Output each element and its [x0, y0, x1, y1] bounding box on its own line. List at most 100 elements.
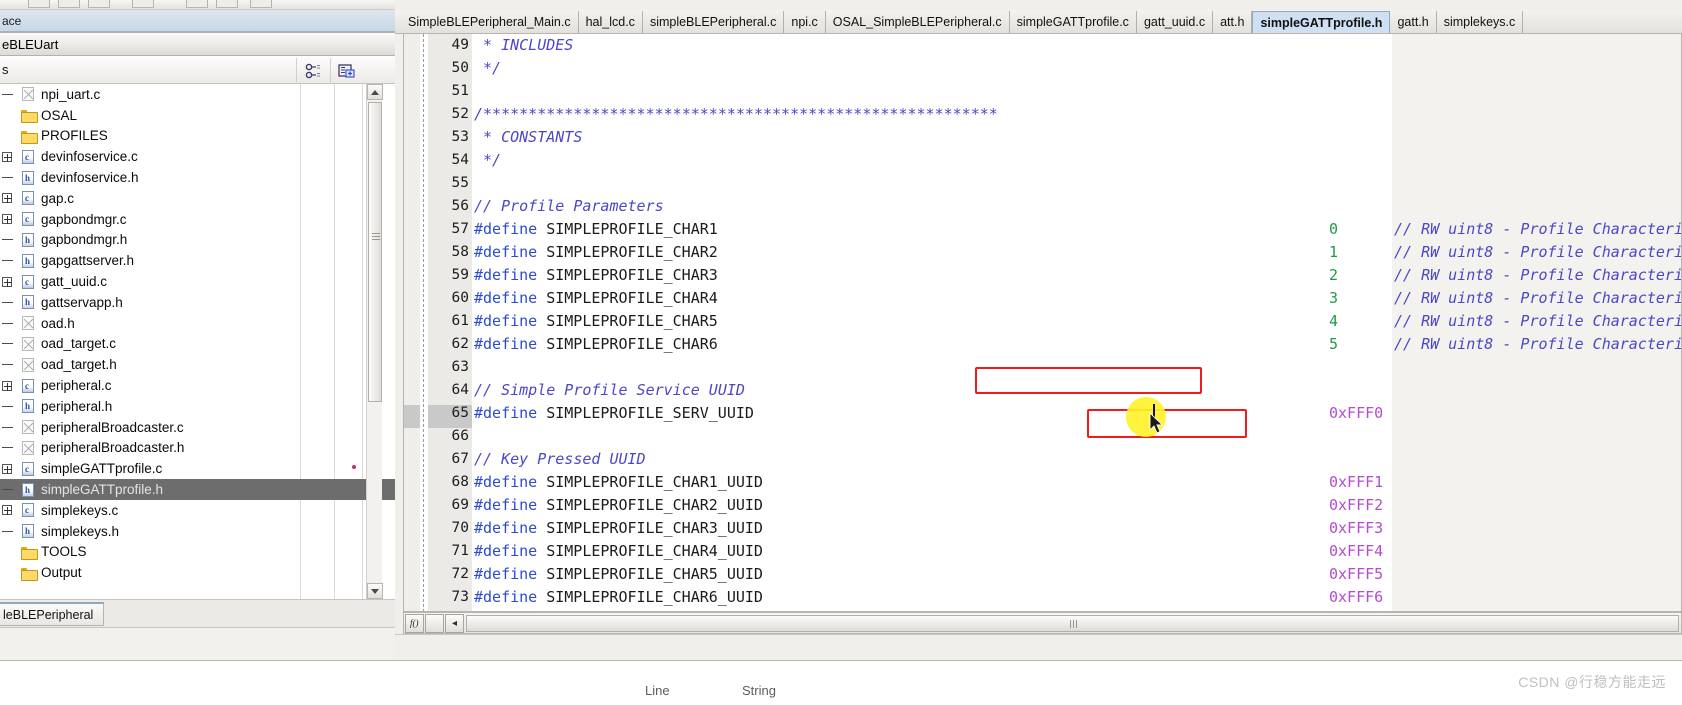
project-select[interactable]: eBLEUart	[0, 32, 395, 56]
tree-scrollbar[interactable]	[366, 84, 383, 599]
tree-knob[interactable]	[0, 505, 18, 516]
tree-knob[interactable]	[0, 93, 18, 95]
editor-tab[interactable]: simpleBLEPeripheral.c	[643, 11, 785, 33]
tree-item[interactable]: oad_target.h	[0, 354, 395, 375]
tree-item[interactable]: simplekeys.h	[0, 521, 395, 542]
project-tree[interactable]: npi_uart.c OSAL PROFILES devinfoservice.c de…	[0, 84, 395, 599]
tree-item[interactable]: TOOLS	[0, 542, 395, 563]
tree-item[interactable]: devinfoservice.c	[0, 146, 395, 167]
editor-tab[interactable]: simplekeys.c	[1437, 11, 1524, 33]
tree-item-label: oad.h	[41, 315, 75, 331]
sidebar-tab-project[interactable]: leBLEPeripheral	[0, 602, 105, 626]
tree-item[interactable]: gapbondmgr.h	[0, 230, 395, 251]
code-text[interactable]: 49 * INCLUDES 50 */51 52/*****************…	[404, 34, 1681, 611]
tree-item[interactable]: gapgattserver.h	[0, 250, 395, 271]
expand-icon[interactable]	[2, 505, 12, 516]
scroll-up-icon[interactable]	[367, 84, 383, 100]
tree-item[interactable]: simplekeys.c	[0, 500, 395, 521]
tree-item[interactable]: OSAL	[0, 105, 395, 126]
tree-item[interactable]: PROFILES	[0, 126, 395, 147]
toolbar-button[interactable]	[216, 0, 238, 8]
editor-tab[interactable]: simpleGATTprofile.c	[1010, 11, 1137, 33]
expand-icon[interactable]	[2, 276, 12, 287]
tree-item[interactable]: peripheral.h	[0, 396, 395, 417]
tree-knob[interactable]	[0, 405, 18, 407]
code-editor[interactable]: 49 * INCLUDES 50 */51 52/*****************…	[403, 34, 1682, 612]
tree-item[interactable]: gattservapp.h	[0, 292, 395, 313]
tree-item[interactable]: gap.c	[0, 188, 395, 209]
function-icon[interactable]: f()	[405, 613, 424, 633]
leaf-connector-icon	[1, 239, 13, 241]
tree-knob[interactable]	[0, 530, 18, 532]
tree-knob[interactable]	[0, 301, 18, 303]
tree-item[interactable]: Output	[0, 562, 395, 583]
tree-knob[interactable]	[0, 276, 18, 287]
tree-knob[interactable]	[0, 489, 18, 491]
editor-tabstrip[interactable]: SimpleBLEPeripheral_Main.c hal_lcd.c simpl…	[395, 10, 1682, 34]
tree-knob[interactable]	[0, 364, 18, 366]
tree-item[interactable]: oad.h	[0, 313, 395, 334]
editor-tab[interactable]: npi.c	[784, 11, 826, 33]
tree-knob[interactable]	[0, 447, 18, 449]
tree-knob[interactable]	[0, 380, 18, 391]
code-line: 57 #define SIMPLEPROFILE_CHAR1 0 // RW uint8…	[404, 218, 1681, 241]
toolbar-button[interactable]	[186, 0, 208, 8]
tree-item-label: peripheral.h	[41, 398, 113, 414]
tree-item[interactable]: gatt_uuid.c	[0, 271, 395, 292]
editor-tab[interactable]: att.h	[1213, 11, 1253, 33]
tree-knob[interactable]	[0, 343, 18, 345]
tree-item[interactable]: oad_target.c	[0, 334, 395, 355]
tree-item-label: gapbondmgr.h	[41, 232, 128, 248]
editor-tab[interactable]: gatt.h	[1390, 11, 1437, 33]
add-group-icon[interactable]	[334, 60, 360, 82]
toolbar-button[interactable]	[28, 0, 50, 8]
editor-tab[interactable]: OSAL_SimpleBLEPeripheral.c	[826, 11, 1010, 33]
scrollbar-thumb[interactable]	[368, 102, 382, 402]
tree-knob[interactable]	[0, 151, 18, 162]
editor-tab[interactable]: gatt_uuid.c	[1137, 11, 1214, 33]
tree-item[interactable]: gapbondmgr.c	[0, 209, 395, 230]
tree-knob[interactable]	[0, 214, 18, 225]
tree-item-label: devinfoservice.c	[41, 149, 138, 165]
tree-knob[interactable]	[0, 322, 18, 324]
hscroll-thumb[interactable]	[467, 615, 1678, 631]
line-number: 59	[451, 267, 469, 283]
code-line: 64 // Simple Profile Service UUID	[404, 379, 1681, 402]
expand-icon[interactable]	[2, 463, 12, 474]
tree-knob[interactable]	[0, 239, 18, 241]
tree-item[interactable]: peripheral.c	[0, 375, 395, 396]
tree-knob[interactable]	[0, 260, 18, 262]
tree-item[interactable]: npi_uart.c	[0, 84, 395, 105]
tree-knob[interactable]	[0, 177, 18, 179]
editor-hscrollbar[interactable]: f() ◂	[403, 612, 1682, 634]
h-file-icon	[22, 232, 34, 247]
toolbar-button[interactable]	[88, 0, 110, 8]
tree-item[interactable]: peripheralBroadcaster.c	[0, 417, 395, 438]
hscroll-track[interactable]	[466, 614, 1679, 632]
tree-item-icon	[18, 399, 38, 414]
tree-knob[interactable]	[0, 426, 18, 428]
macro-value: 4	[1329, 312, 1339, 330]
toggle-split-icon[interactable]	[425, 613, 444, 633]
tree-item[interactable]: simpleGATTprofile.h	[0, 479, 395, 500]
excluded-file-icon	[22, 316, 34, 331]
editor-tab[interactable]: simpleGATTprofile.h	[1252, 11, 1391, 33]
expand-icon[interactable]	[2, 380, 12, 391]
scroll-left-icon[interactable]: ◂	[445, 613, 464, 633]
relations-icon[interactable]	[300, 60, 326, 82]
tree-item[interactable]: devinfoservice.h	[0, 167, 395, 188]
tree-knob[interactable]	[0, 193, 18, 204]
editor-tab[interactable]: hal_lcd.c	[579, 11, 643, 33]
expand-icon[interactable]	[2, 214, 12, 225]
tree-knob[interactable]	[0, 463, 18, 474]
tree-item[interactable]: peripheralBroadcaster.h	[0, 438, 395, 459]
macro-value: 3	[1329, 289, 1339, 307]
expand-icon[interactable]	[2, 151, 12, 162]
toolbar-button[interactable]	[132, 0, 154, 8]
scroll-down-icon[interactable]	[367, 583, 383, 599]
editor-tab[interactable]: SimpleBLEPeripheral_Main.c	[401, 11, 579, 33]
toolbar-button[interactable]	[58, 0, 80, 8]
expand-icon[interactable]	[2, 193, 12, 204]
toolbar-button[interactable]	[250, 0, 272, 8]
tree-item[interactable]: simpleGATTprofile.c	[0, 458, 395, 479]
